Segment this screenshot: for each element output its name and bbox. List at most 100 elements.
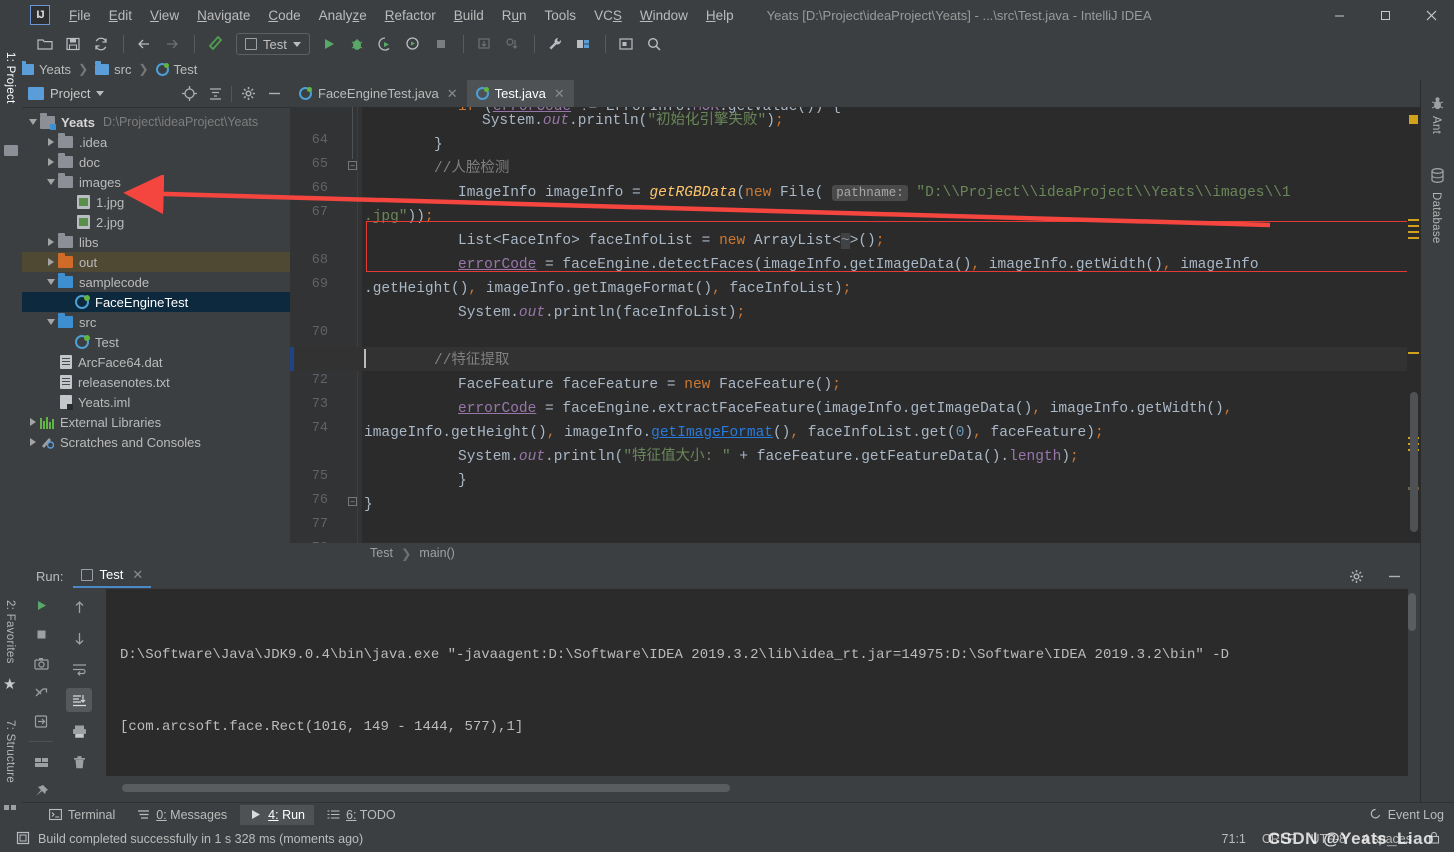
breadcrumb-yeats[interactable]: Yeats [20,62,71,77]
editor-marker-bar[interactable] [1407,107,1420,560]
threads-icon[interactable] [28,682,54,704]
tree-item-libs[interactable]: libs [22,232,290,252]
right-tab-ant[interactable]: Ant [1430,116,1442,134]
menu-view[interactable]: View [141,4,188,27]
expand-arrow-icon[interactable] [26,418,40,426]
breadcrumb-class[interactable]: Test [370,546,393,560]
bottom-tab-terminal[interactable]: Terminal [40,805,124,825]
file-encoding[interactable]: UTF-8 [1311,832,1346,846]
back-arrow-icon[interactable] [131,32,157,56]
editor-tab-test[interactable]: Test.java ✕ [467,80,574,107]
run-with-coverage-icon[interactable] [372,32,398,56]
code-text[interactable]: if (errorCode != ErrorInfo.MOK.getValue(… [362,107,1420,560]
editor-gutter[interactable]: 64 65 66 67 68 69 70 71 72 73 74 75 76 7… [290,107,362,560]
tree-item-out[interactable]: out [22,252,290,272]
sync-icon[interactable] [88,32,114,56]
breadcrumb-test[interactable]: Test [156,62,198,77]
tree-item-1jpg[interactable]: 1.jpg [22,192,290,212]
stop-icon[interactable] [28,624,54,646]
warning-marker[interactable] [1408,352,1419,354]
right-tab-database[interactable]: Database [1430,192,1442,244]
bottom-tab-messages[interactable]: 0: Messages [128,805,236,825]
line-separator[interactable]: CRLF [1262,832,1295,846]
fold-marker-icon[interactable]: – [348,161,357,170]
locate-icon[interactable] [179,84,199,104]
build-hammer-icon[interactable] [202,32,228,56]
menu-edit[interactable]: Edit [100,4,141,27]
run-tab-test[interactable]: Test ✕ [73,565,151,588]
console-vertical-scrollbar[interactable] [1408,593,1416,631]
expand-arrow-icon[interactable] [26,438,40,446]
breadcrumb-src[interactable]: src [95,62,131,77]
console-output[interactable]: D:\Software\Java\JDK9.0.4\bin\java.exe "… [106,589,1408,776]
layout-icon[interactable] [28,751,54,773]
menu-run[interactable]: Run [493,4,536,27]
close-tab-icon[interactable]: ✕ [132,567,143,583]
expand-arrow-icon[interactable] [44,138,58,146]
tree-item-samplecode[interactable]: samplecode [22,272,290,292]
menu-navigate[interactable]: Navigate [188,4,259,27]
soft-wrap-icon[interactable] [66,657,92,681]
tree-item-2jpg[interactable]: 2.jpg [22,212,290,232]
settings-gear-icon[interactable] [1346,566,1366,586]
tree-item-images[interactable]: images [22,172,290,192]
fold-marker-icon[interactable]: – [348,497,357,506]
menu-build[interactable]: Build [445,4,493,27]
collapse-all-icon[interactable] [205,84,225,104]
expand-arrow-icon[interactable] [44,319,58,325]
code-editor[interactable]: 64 65 66 67 68 69 70 71 72 73 74 75 76 7… [290,107,1420,560]
menu-file[interactable]: File [60,4,100,27]
expand-arrow-icon[interactable] [44,279,58,285]
search-icon[interactable] [641,32,667,56]
warning-marker[interactable] [1408,225,1419,227]
warning-marker[interactable] [1408,219,1419,221]
expand-arrow-icon[interactable] [44,158,58,166]
tree-item-idea[interactable]: .idea [22,132,290,152]
event-log-button[interactable]: Event Log [1369,808,1444,822]
bottom-tab-run[interactable]: 4: Run [240,805,314,825]
debug-icon[interactable] [344,32,370,56]
hide-icon[interactable] [264,84,284,104]
bottom-tab-todo[interactable]: 6: TODO [318,805,405,825]
menu-vcs[interactable]: VCS [585,4,631,27]
up-icon[interactable] [66,595,92,619]
settings-wrench-icon[interactable] [542,32,568,56]
menu-tools[interactable]: Tools [536,4,586,27]
profile-icon[interactable] [400,32,426,56]
tree-item-faceenginetest[interactable]: FaceEngineTest [22,292,290,312]
editor-tab-faceenginetest[interactable]: FaceEngineTest.java ✕ [290,80,467,107]
maximize-button[interactable] [1362,0,1408,30]
pin-icon[interactable] [28,780,54,802]
rerun-icon[interactable] [28,595,54,617]
close-tab-icon[interactable]: ✕ [447,86,458,102]
minimize-button[interactable] [1316,0,1362,30]
tree-item-releasenotes[interactable]: releasenotes.txt [22,372,290,392]
sidebar-tab-favorites[interactable]: 2: Favorites [4,600,16,664]
warning-marker[interactable] [1408,237,1419,239]
editor-scrollbar-thumb[interactable] [1410,392,1418,532]
print-icon[interactable] [66,719,92,743]
menu-code[interactable]: Code [259,4,309,27]
chevron-down-icon[interactable] [96,91,104,96]
scroll-to-end-icon[interactable] [66,688,92,712]
caret-position[interactable]: 71:1 [1222,832,1246,846]
warning-marker[interactable] [1408,231,1419,233]
menu-help[interactable]: Help [697,4,743,27]
menu-analyze[interactable]: Analyze [310,4,376,27]
run-configuration-selector[interactable]: Test [236,33,310,55]
warning-marker[interactable] [1409,115,1418,124]
run-icon[interactable] [316,32,342,56]
trash-icon[interactable] [66,750,92,774]
close-button[interactable] [1408,0,1454,30]
indent-setting[interactable]: 4 spaces [1362,832,1412,846]
tree-item-scratches[interactable]: Scratches and Consoles [22,432,290,452]
close-tab-icon[interactable]: ✕ [554,86,565,102]
tree-item-doc[interactable]: doc [22,152,290,172]
screenshot-icon[interactable] [28,653,54,675]
expand-arrow-icon[interactable] [26,119,40,125]
project-tree[interactable]: Yeats D:\Project\ideaProject\Yeats .idea… [22,108,290,560]
forward-arrow-icon[interactable] [159,32,185,56]
tree-item-src[interactable]: src [22,312,290,332]
sidebar-tab-structure[interactable]: 7: Structure [4,720,16,783]
lock-icon[interactable] [1428,831,1440,847]
